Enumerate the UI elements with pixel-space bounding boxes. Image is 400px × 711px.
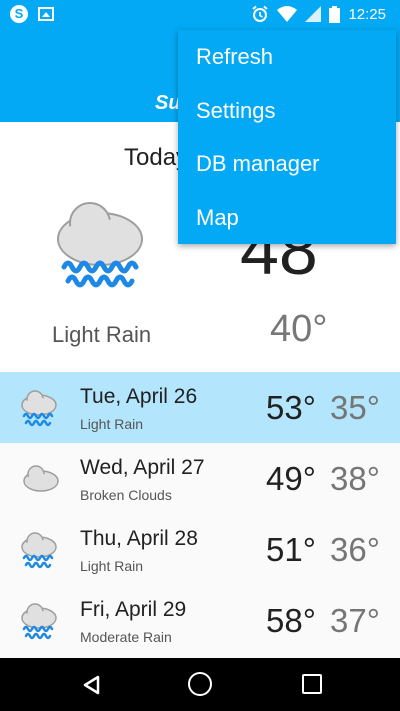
forecast-high: 51° [266,531,316,568]
image-icon [38,7,54,21]
forecast-low: 35° [330,389,380,426]
forecast-list: Tue, April 26 Light Rain 53° 35° Wed, Ap… [0,372,400,658]
forecast-description: Moderate Rain [80,629,172,645]
app-title: Su [155,92,181,114]
rain-cloud-icon [21,603,57,640]
forecast-low: 36° [330,531,380,568]
skype-icon: S [10,5,28,23]
rain-cloud-icon [57,202,143,288]
forecast-high: 58° [266,602,316,639]
forecast-row[interactable]: Tue, April 26 Light Rain 53° 35° [0,372,400,443]
menu-item-settings[interactable]: Settings [178,84,396,138]
home-icon[interactable] [188,672,212,696]
forecast-low: 38° [330,460,380,497]
menu-item-map[interactable]: Map [178,191,396,245]
forecast-day: Thu, April 28 [80,527,198,550]
back-icon[interactable] [82,675,100,695]
forecast-day: Tue, April 26 [80,385,198,408]
signal-icon [305,6,322,22]
battery-icon [329,5,341,23]
alarm-icon [252,5,269,22]
clock: 12:25 [348,5,386,23]
forecast-day: Fri, April 29 [80,598,187,621]
forecast-row[interactable]: Thu, April 28 Light Rain 51° 36° [0,514,400,585]
forecast-row[interactable]: Fri, April 29 Moderate Rain 58° 37° [0,585,400,656]
menu-item-db-manager[interactable]: DB manager [178,137,396,191]
forecast-description: Light Rain [80,416,144,432]
cloud-icon [23,465,59,492]
navigation-bar [0,658,400,711]
overflow-menu: Refresh Settings DB manager Map [178,30,396,244]
forecast-low: 37° [330,602,380,639]
forecast-row[interactable]: Wed, April 27 Broken Clouds 49° 38° [0,443,400,514]
forecast-high: 49° [266,460,316,497]
forecast-description: Broken Clouds [80,487,172,503]
today-low-temp: 40° [270,308,328,350]
recent-apps-icon[interactable] [302,674,322,694]
status-bar: S 12:25 [0,0,400,28]
forecast-high: 53° [266,389,316,426]
rain-cloud-icon [21,390,57,427]
today-description: Light Rain [52,322,152,347]
forecast-description: Light Rain [80,558,144,574]
menu-item-refresh[interactable]: Refresh [178,30,396,84]
rain-cloud-icon [21,532,57,569]
wifi-icon [277,6,298,22]
forecast-day: Wed, April 27 [80,456,205,479]
